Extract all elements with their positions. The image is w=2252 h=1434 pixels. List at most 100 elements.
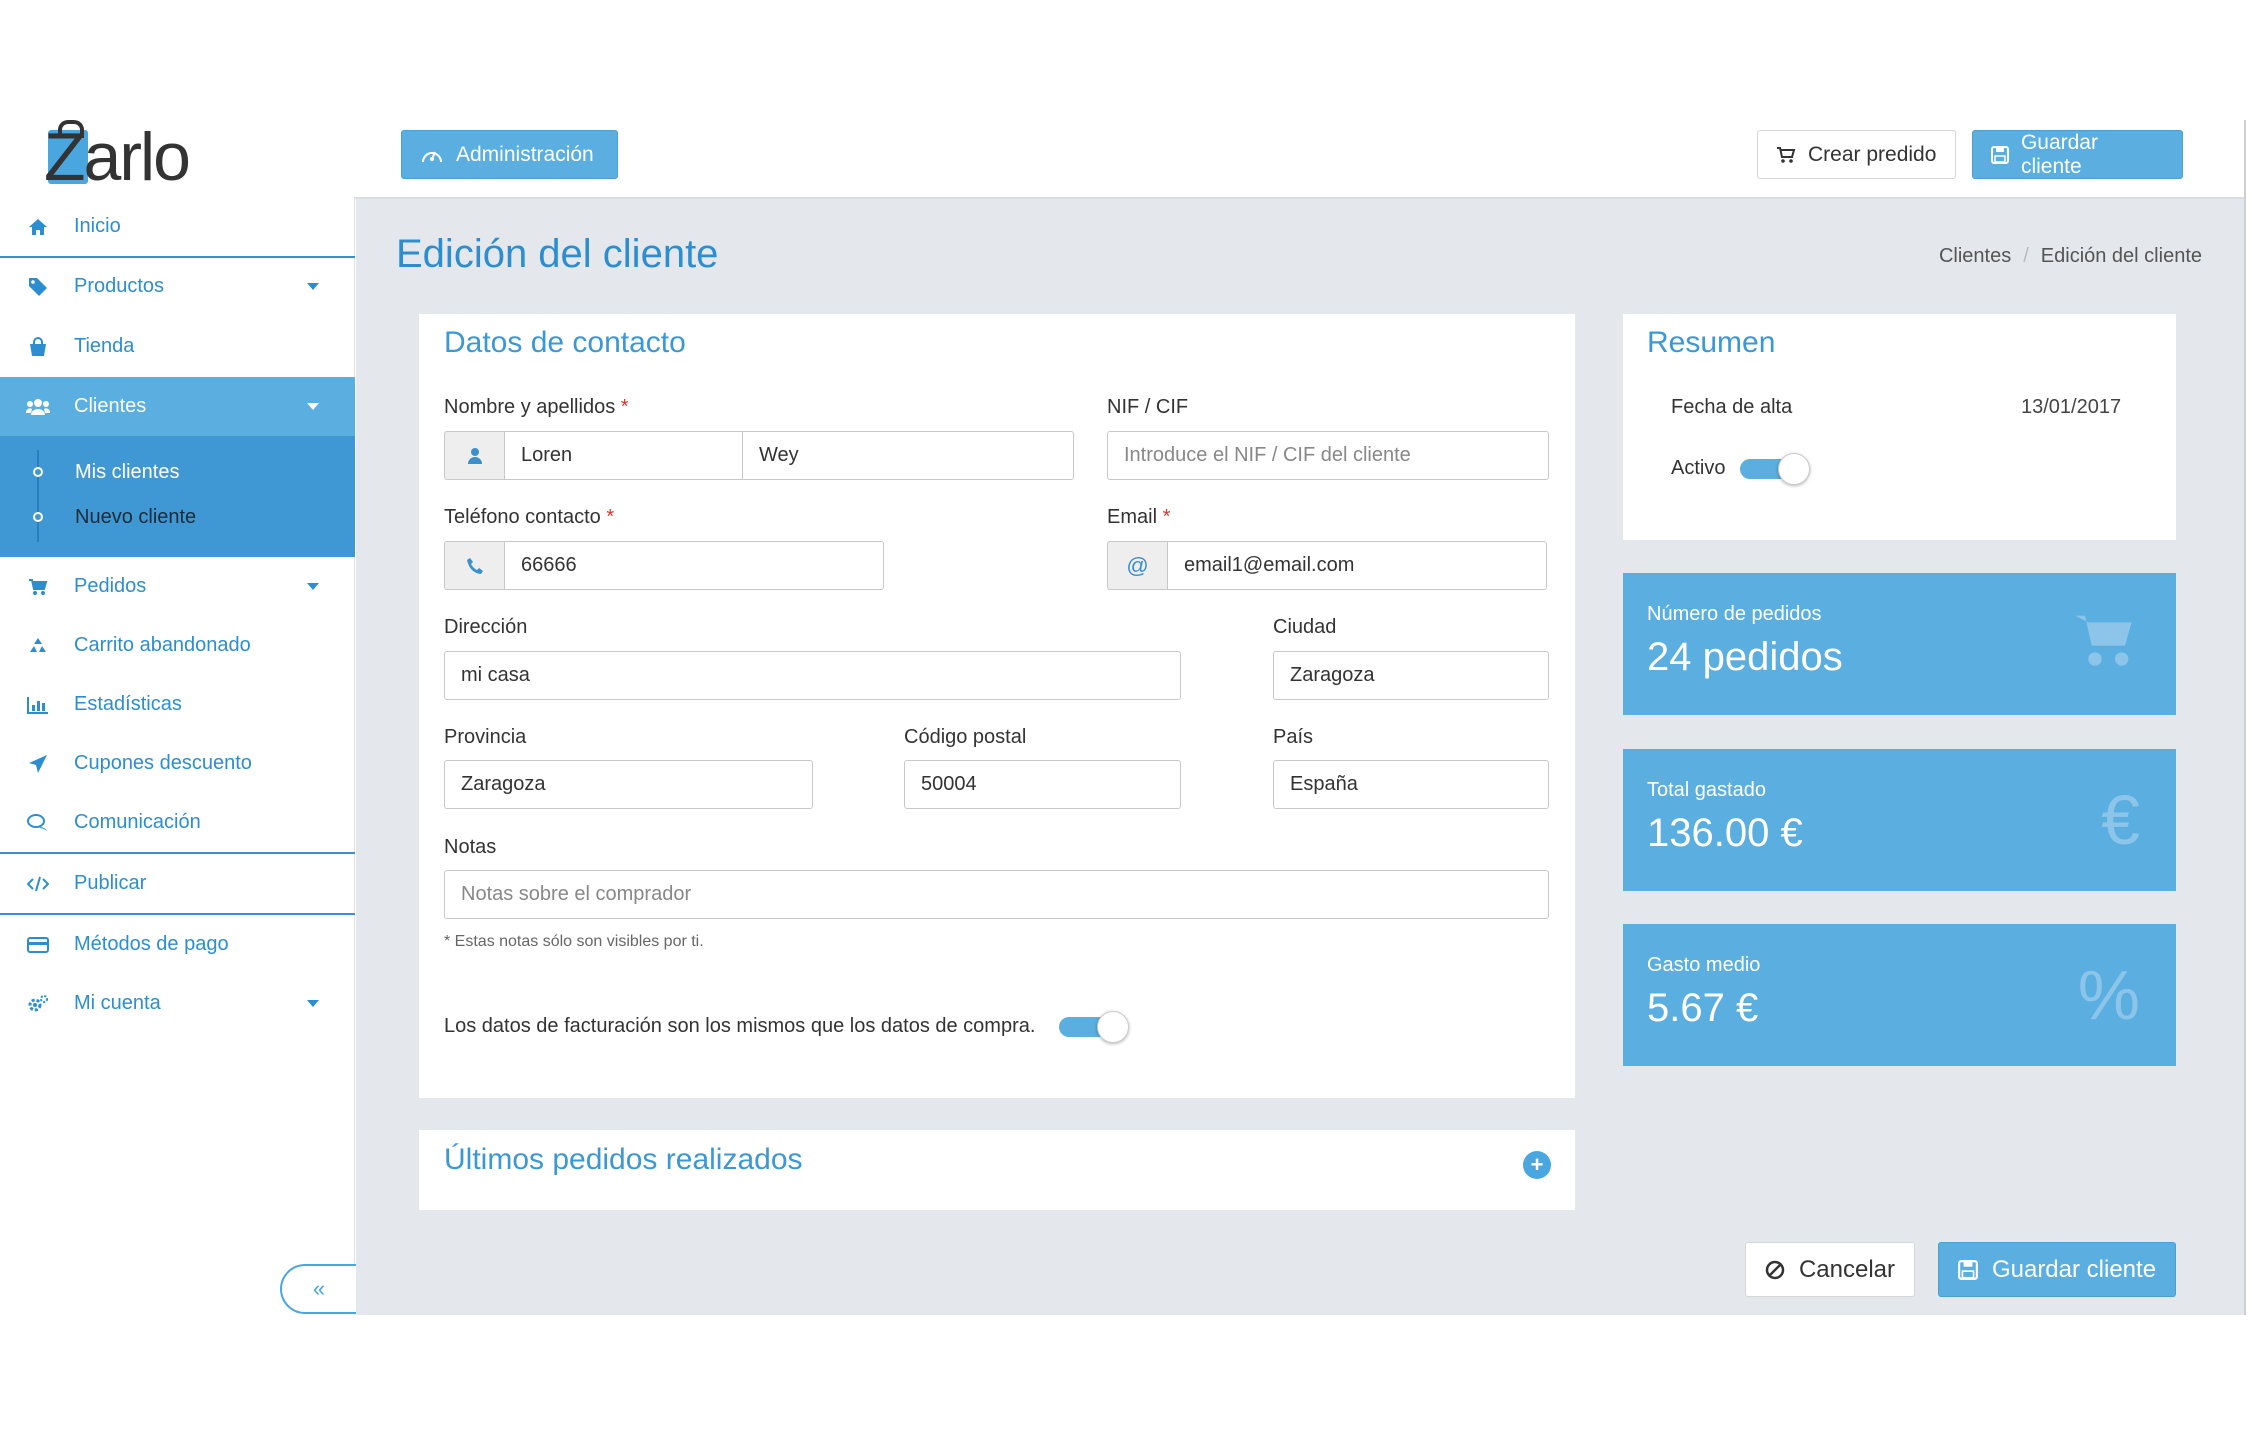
cancel-button[interactable]: Cancelar xyxy=(1745,1242,1915,1297)
sidebar-item-tienda[interactable]: Tienda xyxy=(0,317,355,376)
sidebar-item-label: Clientes xyxy=(74,395,147,417)
city-input[interactable]: Zaragoza xyxy=(1273,651,1549,700)
nif-label: NIF / CIF xyxy=(1107,396,1189,418)
submenu-item-nuevo-cliente[interactable]: Nuevo cliente xyxy=(0,497,355,537)
bullet-icon xyxy=(33,467,43,477)
sidebar-item-productos[interactable]: Productos xyxy=(0,257,355,316)
submenu-item-mis-clientes[interactable]: Mis clientes xyxy=(0,452,355,492)
province-input[interactable]: Zaragoza xyxy=(444,760,813,809)
created-date-label: Fecha de alta xyxy=(1671,396,1793,418)
required-mark: * xyxy=(620,396,629,418)
sidebar-item-label: Publicar xyxy=(74,872,147,894)
address-input[interactable]: mi casa xyxy=(444,651,1181,700)
sidebar-item-label: Inicio xyxy=(74,215,121,237)
sidebar-item-comunicacion[interactable]: Comunicación xyxy=(0,793,355,852)
double-chevron-left-icon: « xyxy=(312,1276,326,1301)
stat-label: Total gastado xyxy=(1647,779,1766,801)
sidebar-item-label: Pedidos xyxy=(74,575,147,597)
zip-label: Código postal xyxy=(904,726,1027,748)
notes-label: Notas xyxy=(444,836,497,858)
breadcrumb: Clientes / Edición del cliente xyxy=(1939,245,2202,268)
breadcrumb-clientes[interactable]: Clientes xyxy=(1939,245,2011,268)
sidebar-item-clientes[interactable]: Clientes xyxy=(0,377,355,436)
chevron-down-icon xyxy=(307,283,319,290)
last-name-input[interactable]: Wey xyxy=(742,431,1074,480)
zip-input[interactable]: 50004 xyxy=(904,760,1181,809)
stat-label: Gasto medio xyxy=(1647,954,1761,976)
address-label: Dirección xyxy=(444,616,528,638)
sidebar-item-label: Tienda xyxy=(74,335,135,357)
chevron-down-icon xyxy=(307,583,319,590)
sidebar-item-publicar[interactable]: Publicar xyxy=(0,854,355,913)
sidebar-item-label: Cupones descuento xyxy=(74,752,252,774)
billing-same-toggle[interactable] xyxy=(1059,1011,1129,1043)
name-label: Nombre y apellidos * xyxy=(444,396,629,419)
create-order-label: Crear predido xyxy=(1808,142,1937,166)
sidebar-item-cupones-descuento[interactable]: Cupones descuento xyxy=(0,734,355,793)
create-order-button[interactable]: Crear predido xyxy=(1757,130,1956,179)
euro-icon: € xyxy=(2101,781,2140,859)
nif-input[interactable]: Introduce el NIF / CIF del cliente xyxy=(1107,431,1549,480)
sidebar-item-metodos-de-pago[interactable]: Métodos de pago xyxy=(0,915,355,974)
phone-label-text: Teléfono contacto xyxy=(444,506,601,528)
ban-icon xyxy=(1765,1260,1785,1279)
home-icon xyxy=(26,215,50,239)
administration-button[interactable]: Administración xyxy=(401,130,618,179)
summary-title: Resumen xyxy=(1647,326,1776,359)
phone-input[interactable]: 66666 xyxy=(504,541,884,590)
stat-orders-count: Número de pedidos 24 pedidos xyxy=(1623,573,2176,715)
dashboard-icon xyxy=(422,151,442,162)
logo-text: Zarlo xyxy=(44,119,191,195)
sidebar-item-inicio[interactable]: Inicio xyxy=(0,197,355,256)
contact-card-title: Datos de contacto xyxy=(444,326,686,359)
notes-input[interactable]: Notas sobre el comprador xyxy=(444,870,1549,919)
sidebar-item-label: Métodos de pago xyxy=(74,933,229,955)
sidebar-item-carrito-abandonado[interactable]: Carrito abandonado xyxy=(0,616,355,675)
active-toggle[interactable] xyxy=(1740,453,1810,485)
save-client-button-bottom[interactable]: Guardar cliente xyxy=(1938,1242,2176,1297)
province-label: Provincia xyxy=(444,726,527,748)
floppy-disk-icon xyxy=(1957,1259,1978,1280)
sidebar-item-label: Estadísticas xyxy=(74,693,182,715)
page-title: Edición del cliente xyxy=(396,232,719,276)
users-icon xyxy=(26,395,50,419)
stat-value: 5.67 € xyxy=(1647,986,1759,1030)
code-icon xyxy=(26,872,50,896)
email-label: Email * xyxy=(1107,506,1170,529)
save-client-label: Guardar cliente xyxy=(1991,1255,2157,1283)
save-client-label: Guardar cliente xyxy=(2020,130,2098,178)
save-client-button-top[interactable]: Guardar cliente xyxy=(1972,130,2183,179)
stat-average-spent: Gasto medio 5.67 € % xyxy=(1623,924,2176,1066)
required-mark: * xyxy=(1162,506,1171,528)
expand-orders-button[interactable]: + xyxy=(1523,1151,1551,1179)
first-name-input[interactable]: Loren xyxy=(504,431,743,480)
comments-icon xyxy=(26,811,50,835)
sidebar-item-label: Comunicación xyxy=(74,811,201,833)
credit-card-icon xyxy=(26,933,50,957)
user-addon xyxy=(444,431,504,480)
stat-total-spent: Total gastado 136.00 € € xyxy=(1623,749,2176,891)
email-input[interactable]: email1@email.com xyxy=(1167,541,1547,590)
collapse-sidebar-button[interactable]: « xyxy=(280,1264,356,1314)
active-label: Activo xyxy=(1671,457,1726,479)
floppy-disk-icon xyxy=(1991,145,2009,164)
at-sign-icon: @ xyxy=(1107,541,1167,590)
sidebar-item-estadisticas[interactable]: Estadísticas xyxy=(0,675,355,734)
stat-label: Número de pedidos xyxy=(1647,603,1822,625)
stat-value: 24 pedidos xyxy=(1647,635,1843,679)
sidebar-item-mi-cuenta[interactable]: Mi cuenta xyxy=(0,974,355,1033)
sidebar-item-pedidos[interactable]: Pedidos xyxy=(0,557,355,616)
percent-icon: % xyxy=(2077,956,2140,1034)
toggle-knob xyxy=(1778,453,1810,485)
toggle-knob xyxy=(1097,1011,1129,1043)
billing-same-label: Los datos de facturación son los mismos … xyxy=(444,1015,1036,1037)
shopping-bag-icon xyxy=(26,335,50,359)
created-date-value: 13/01/2017 xyxy=(2021,396,2122,418)
zarlo-logo[interactable]: Zarlo xyxy=(44,118,204,198)
country-input[interactable]: España xyxy=(1273,760,1549,809)
required-mark: * xyxy=(606,506,615,528)
clientes-submenu: Mis clientes Nuevo cliente xyxy=(0,436,355,557)
phone-label: Teléfono contacto * xyxy=(444,506,614,529)
page-scrollbar[interactable] xyxy=(2244,120,2252,1315)
sidebar-item-label: Carrito abandonado xyxy=(74,634,251,656)
